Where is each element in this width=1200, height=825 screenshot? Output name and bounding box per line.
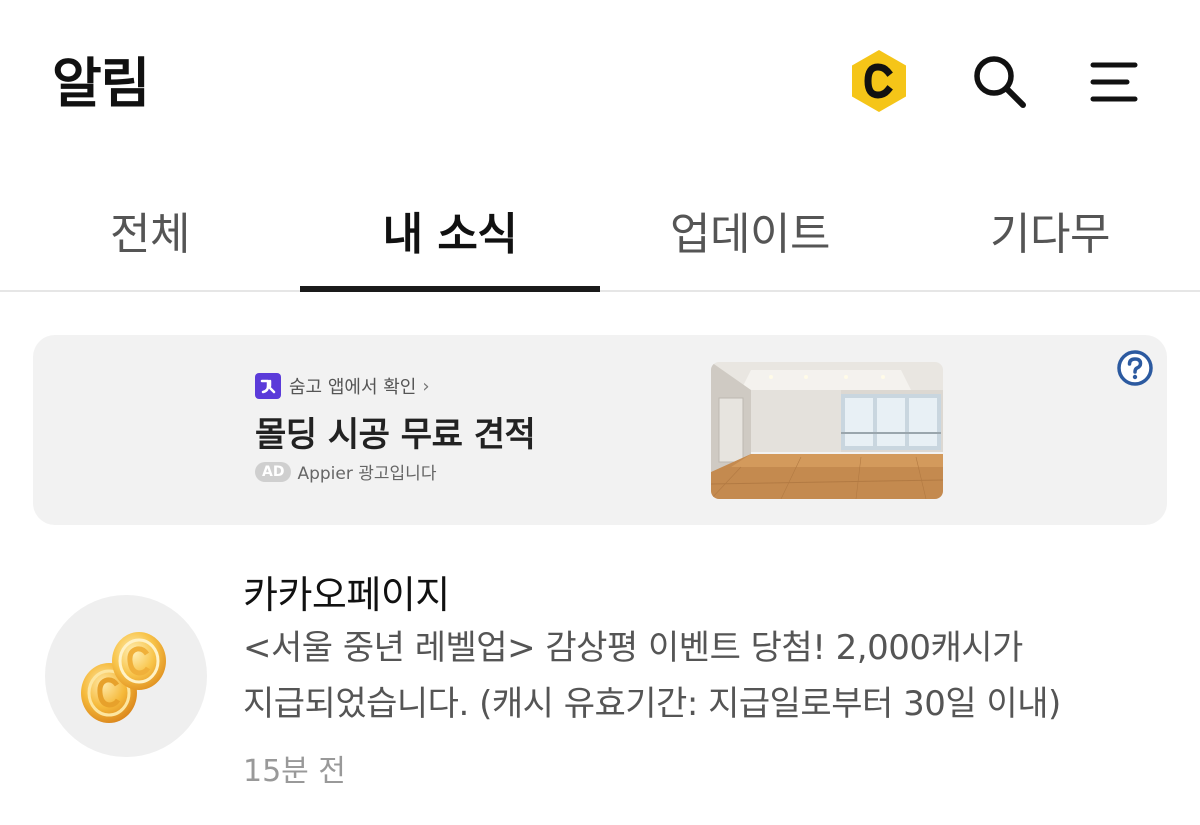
question-circle-icon[interactable] [1116,349,1154,387]
search-icon[interactable] [966,48,1032,114]
notification-sender: 카카오페이지 [243,573,450,617]
gold-coins-icon [81,632,166,723]
ad-brand-row[interactable]: 숨고 앱에서 확인 › [255,373,430,399]
tab-updates[interactable]: 업데이트 [600,170,900,290]
notification-message-line: 지급되었습니다. (캐시 유효기간: 지급일로부터 30일 이내) [243,684,1061,724]
ad-headline[interactable]: 몰딩 시공 무료 견적 [255,407,536,456]
tab-all[interactable]: 전체 [0,170,300,290]
ad-meta-row: AD Appier 광고입니다 [255,459,436,484]
chevron-right-icon: › [422,375,430,397]
page-title: 알림 [52,52,150,115]
ad-room-image[interactable] [711,362,943,499]
cash-icon[interactable] [846,48,912,114]
tab-bar: 전체 내 소식 업데이트 기다무 [0,170,1200,292]
tab-my-news[interactable]: 내 소식 [300,170,600,292]
notification-message: <서울 중년 레벨업> 감상평 이벤트 당첨! 2,000캐시가 지급되었습니다… [243,620,1143,732]
menu-icon[interactable] [1080,48,1146,114]
notification-message-line: <서울 중년 레벨업> 감상평 이벤트 당첨! 2,000캐시가 [243,628,1023,668]
ad-advertiser: Appier 광고입니다 [297,464,437,484]
notification-item[interactable]: 카카오페이지 <서울 중년 레벨업> 감상평 이벤트 당첨! 2,000캐시가 … [0,548,1200,808]
notification-time: 15분 전 [243,754,346,789]
ad-banner[interactable]: 숨고 앱에서 확인 › 몰딩 시공 무료 견적 AD Appier 광고입니다 [33,335,1167,525]
ad-brand-text: 숨고 앱에서 확인 [289,377,417,398]
app-header: 알림 [0,0,1200,165]
tab-wait-free[interactable]: 기다무 [900,170,1200,290]
avatar [45,595,207,757]
ad-badge: AD [255,461,292,482]
soomgo-logo-icon [255,373,281,399]
